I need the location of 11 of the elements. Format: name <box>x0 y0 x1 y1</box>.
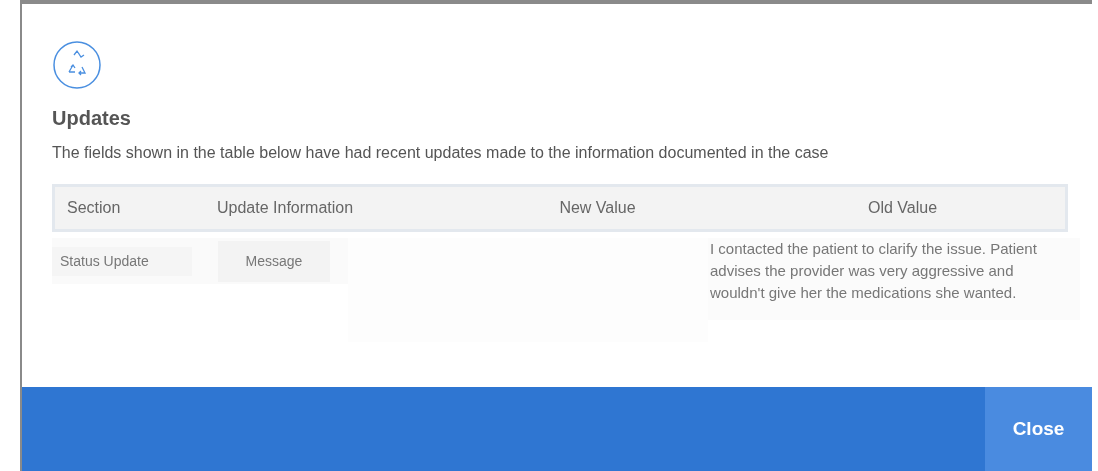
table-cell: Message <box>218 240 330 282</box>
column-header: Old Value <box>866 198 939 218</box>
column-header: New Value <box>558 198 637 218</box>
close-button[interactable]: Close <box>985 387 1092 471</box>
table-cell: Status Update <box>52 246 192 276</box>
dialog-title: Updates <box>52 108 132 128</box>
dialog-description: The fields shown in the table below have had recent updates made to the information documented in the case <box>52 143 830 163</box>
column-header: Update Information <box>216 198 355 218</box>
recycle-icon <box>52 40 102 90</box>
table-cell-text: I contacted the patient to clarify the issue. Patient advises the provider was very aggressive and wouldn't give her the medications she wanted. <box>710 239 1038 303</box>
column-header: Section <box>66 198 122 218</box>
